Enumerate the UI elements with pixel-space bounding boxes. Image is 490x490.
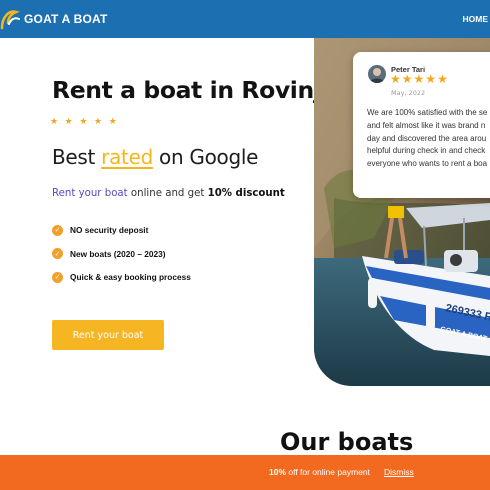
rent-boat-link[interactable]: Rent your boat xyxy=(52,188,128,199)
star-icon: ★ xyxy=(437,72,448,86)
review-line: and felt almost like it was brand n xyxy=(367,120,486,130)
feature-list: ✓ NO security deposit ✓ New boats (2020 … xyxy=(52,224,191,295)
our-boats-heading: Our boats xyxy=(280,428,414,456)
review-text: We are 100% satisfied with the se and fe… xyxy=(367,107,490,171)
feature-text: NO security deposit xyxy=(70,225,149,235)
star-icon: ★ xyxy=(108,117,117,127)
review-date: May, 2022 xyxy=(391,89,426,97)
rent-your-boat-button[interactable]: Rent your boat xyxy=(52,320,164,350)
best-prefix: Best xyxy=(52,145,102,169)
star-icon: ★ xyxy=(390,72,401,86)
feature-item: ✓ Quick & easy booking process xyxy=(52,271,191,283)
review-stars: ★ ★ ★ ★ ★ xyxy=(390,73,448,85)
best-rated-heading: Best rated on Google xyxy=(52,145,258,169)
star-icon: ★ xyxy=(413,72,425,86)
check-icon: ✓ xyxy=(52,248,63,259)
review-line: everyone who wants to rent a boa xyxy=(367,159,488,169)
star-icon: ★ xyxy=(401,72,413,86)
dismiss-link[interactable]: Dismiss xyxy=(384,467,414,477)
promo-text: 10% off for online payment xyxy=(269,467,370,477)
feature-text: Quick & easy booking process xyxy=(70,272,191,282)
star-icon: ★ xyxy=(79,117,88,127)
check-icon: ✓ xyxy=(52,271,63,283)
promo-bar: 10% off for online payment Dismiss xyxy=(0,455,490,490)
nav-home-link[interactable]: HOME xyxy=(463,14,489,24)
promo-message: off for online payment xyxy=(286,467,370,477)
hero-title: Rent a boat in Rovinj xyxy=(52,76,322,104)
discount-value: 10% discount xyxy=(207,188,285,199)
reviewer-avatar xyxy=(368,65,386,83)
rated-highlight: rated xyxy=(101,145,153,169)
logo[interactable]: GOAT A BOAT xyxy=(0,8,108,30)
star-icon: ★ xyxy=(425,72,437,86)
review-line: day and discovered the area arou xyxy=(367,133,487,143)
star-icon: ★ xyxy=(64,117,73,127)
goat-horn-icon xyxy=(0,10,20,30)
best-suffix: on Google xyxy=(152,145,259,169)
feature-text: New boats (2020 – 2023) xyxy=(70,248,166,259)
review-line: helpful during check in and check xyxy=(367,146,486,156)
rating-stars: ★ ★ ★ ★ ★ xyxy=(50,117,117,127)
discount-line: Rent your boat online and get 10% discou… xyxy=(52,188,285,199)
site-header: GOAT A BOAT HOME xyxy=(0,0,490,38)
feature-item: ✓ NO security deposit xyxy=(52,224,191,236)
logo-text: GOAT A BOAT xyxy=(24,12,108,26)
review-line: We are 100% satisfied with the se xyxy=(367,108,488,117)
star-icon: ★ xyxy=(94,117,103,127)
star-icon: ★ xyxy=(50,117,59,127)
discount-mid: online and get xyxy=(127,188,208,199)
check-icon: ✓ xyxy=(52,224,63,236)
feature-item: ✓ New boats (2020 – 2023) xyxy=(52,248,191,260)
promo-discount: 10% xyxy=(269,467,287,477)
review-card: Peter Tari ★ ★ ★ ★ ★ May, 2022 We are 10… xyxy=(353,52,490,198)
